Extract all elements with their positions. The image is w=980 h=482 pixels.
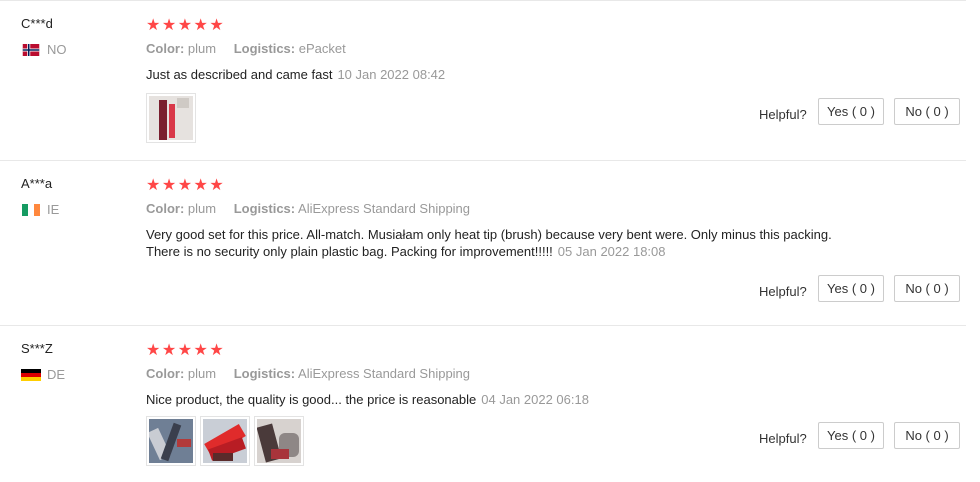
- reviewer-name: C***d: [21, 16, 53, 31]
- color-value: plum: [187, 201, 217, 216]
- review-date: 10 Jan 2022 08:42: [337, 67, 446, 82]
- star-rating: ★★★★★: [146, 342, 226, 359]
- helpful-yes-button[interactable]: Yes ( 0 ): [818, 98, 884, 125]
- helpful-yes-button[interactable]: Yes ( 0 ): [818, 422, 884, 449]
- review-text: Very good set for this price. All-match.…: [146, 226, 876, 260]
- review-item: S***Z DE ★★★★★ Color: plum Logistics: Al…: [0, 326, 966, 482]
- review-date: 04 Jan 2022 06:18: [481, 392, 589, 407]
- helpful-label: Helpful?: [759, 284, 807, 299]
- review-attributes: Color: plum Logistics: AliExpress Standa…: [146, 201, 470, 216]
- review-attributes: Color: plum Logistics: ePacket: [146, 41, 346, 56]
- review-text-line: Very good set for this price. All-match.…: [146, 227, 832, 242]
- review-photos: [146, 416, 304, 466]
- reviewer-country: DE: [21, 367, 65, 382]
- flag-germany-icon: [21, 368, 41, 381]
- country-code: DE: [47, 367, 66, 382]
- review-text-line: Just as described and came fast: [146, 67, 333, 82]
- reviewer-name: S***Z: [21, 341, 53, 356]
- review-text-line: Nice product, the quality is good... the…: [146, 392, 477, 407]
- review-photo-thumbnail[interactable]: [254, 416, 304, 466]
- review-item: A***a IE ★★★★★ Color: plum Logistics: Al…: [0, 161, 966, 326]
- review-photo-thumbnail[interactable]: [200, 416, 250, 466]
- helpful-yes-button[interactable]: Yes ( 0 ): [818, 275, 884, 302]
- star-rating: ★★★★★: [146, 17, 226, 34]
- review-text: Just as described and came fast 10 Jan 20…: [146, 66, 876, 83]
- logistics-label: Logistics:: [233, 201, 296, 216]
- review-date: 05 Jan 2022 18:08: [557, 244, 666, 259]
- reviewer-country: NO: [21, 42, 67, 57]
- country-code: IE: [47, 202, 60, 217]
- helpful-no-button[interactable]: No ( 0 ): [894, 422, 960, 449]
- review-photos: [146, 93, 196, 143]
- helpful-label: Helpful?: [759, 431, 807, 446]
- country-code: NO: [47, 42, 67, 57]
- color-label: Color:: [146, 41, 185, 56]
- flag-ireland-icon: [21, 203, 41, 216]
- reviewer-name: A***a: [21, 176, 53, 191]
- review-text-line: There is no security only plain plastic …: [146, 244, 553, 259]
- review-photo-thumbnail[interactable]: [146, 93, 196, 143]
- review-item: C***d NO ★★★★★ Color: plum Logistics: eP…: [0, 0, 966, 161]
- logistics-value: AliExpress Standard Shipping: [298, 201, 471, 216]
- star-rating: ★★★★★: [146, 177, 226, 194]
- logistics-value: AliExpress Standard Shipping: [298, 366, 471, 381]
- color-label: Color:: [146, 201, 185, 216]
- flag-norway-icon: [21, 43, 41, 56]
- review-text: Nice product, the quality is good... the…: [146, 391, 876, 408]
- color-value: plum: [187, 366, 217, 381]
- color-value: plum: [187, 41, 217, 56]
- review-photo-thumbnail[interactable]: [146, 416, 196, 466]
- reviewer-country: IE: [21, 202, 59, 217]
- logistics-label: Logistics:: [233, 366, 296, 381]
- color-label: Color:: [146, 366, 185, 381]
- helpful-no-button[interactable]: No ( 0 ): [894, 275, 960, 302]
- helpful-no-button[interactable]: No ( 0 ): [894, 98, 960, 125]
- helpful-label: Helpful?: [759, 107, 807, 122]
- logistics-label: Logistics:: [233, 41, 296, 56]
- logistics-value: ePacket: [298, 41, 346, 56]
- review-attributes: Color: plum Logistics: AliExpress Standa…: [146, 366, 470, 381]
